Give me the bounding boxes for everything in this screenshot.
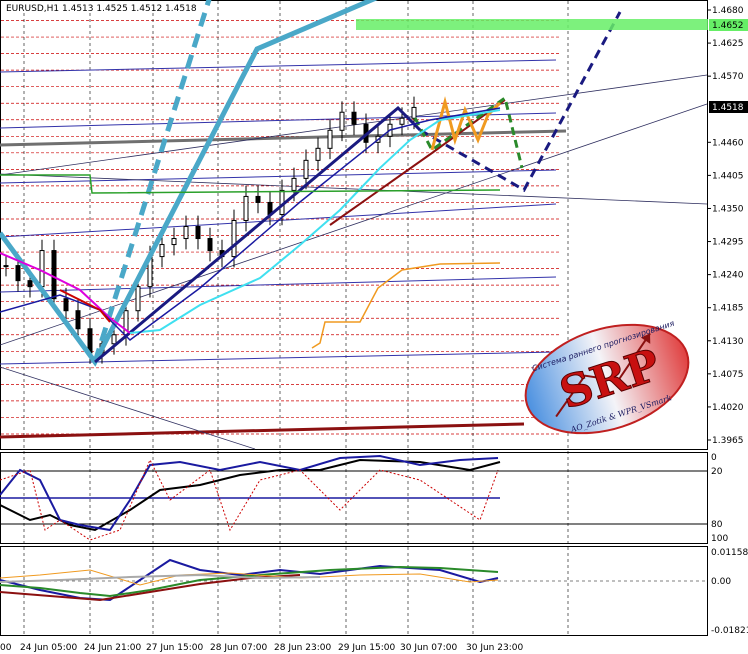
candle-body [183, 226, 189, 240]
osc-tick-80: 80 [711, 520, 723, 530]
candle-body [63, 298, 69, 312]
macd-tick-top: 0.01158 [711, 548, 748, 558]
time-label: 24 Jun 05:00 [20, 643, 77, 653]
price-tick-label: 1.4350 [712, 204, 744, 214]
osc-tick-20: 20 [711, 467, 723, 477]
price-tick-label: 1.4240 [712, 271, 744, 281]
candle-body [111, 334, 117, 345]
candle-body [255, 195, 261, 203]
time-label: 29 Jun 15:00 [338, 643, 395, 653]
price-tick-label: 1.4460 [712, 138, 744, 148]
candle-body [243, 195, 249, 221]
price-tick-label: 1.4020 [712, 403, 744, 413]
price-tick-label: 1.4680 [712, 6, 744, 16]
candle-body [27, 280, 33, 288]
price-tick-label: 1.4405 [712, 171, 744, 181]
price-tick-label: 1.4075 [712, 370, 744, 380]
current-price-label: 1.4518 [712, 103, 744, 113]
osc-tick-0: 0 [711, 453, 717, 463]
candle-body [231, 219, 237, 258]
price-axis: 1.4680 1.4625 1.4570 1.4460 1.4405 1.4350 1.42… [707, 6, 744, 446]
candle-body [39, 250, 45, 288]
price-tick-label: 1.3965 [712, 436, 744, 446]
ohlc-label: 1.4513 1.4525 1.4512 1.4518 [62, 4, 197, 14]
candle-body [351, 111, 357, 125]
price-tick-label: 1.4625 [712, 39, 744, 49]
time-label: 28 Jun 07:00 [210, 643, 267, 653]
macd-panel [0, 546, 708, 636]
time-label: 28 Jun 23:00 [274, 643, 331, 653]
candle-body [75, 310, 81, 330]
candle-body [339, 111, 345, 131]
candle-body [411, 106, 417, 119]
time-label: 27 Jun 15:00 [146, 643, 203, 653]
candle-body [171, 238, 177, 246]
candle-body [303, 159, 309, 179]
price-tick-label: 1.4295 [712, 238, 744, 248]
candle-body [291, 177, 297, 191]
symbol-label: EURUSD,H1 [6, 4, 59, 14]
osc-tick-100: 100 [711, 534, 728, 544]
candle-body [327, 129, 333, 149]
macd-tick-bottom: -0.01821 [711, 626, 748, 636]
candle-body [159, 244, 165, 258]
candle-body [51, 250, 57, 300]
time-label: 30 Jun 07:00 [400, 643, 457, 653]
candle-body [207, 238, 213, 252]
price-tick-label: 1.4570 [712, 72, 744, 82]
candle-body [399, 117, 405, 125]
time-axis: 00 24 Jun 05:00 24 Jun 21:00 27 Jun 15:00 28… [0, 643, 523, 653]
macd-tick-zero: 0.00 [711, 577, 731, 587]
time-label: 30 Jun 23:00 [466, 643, 523, 653]
highlight-price-label: 1.4652 [712, 21, 744, 31]
price-tick-label: 1.4185 [712, 304, 744, 314]
time-label: 00 [0, 643, 12, 653]
highlight-zone [356, 19, 708, 30]
candle-body [315, 147, 321, 161]
candle-body [3, 265, 9, 268]
candle-body [135, 286, 141, 312]
price-tick-label: 1.4130 [712, 337, 744, 347]
candle-body [195, 226, 201, 240]
price-chart: EURUSD,H1 1.4513 1.4525 1.4512 1.4518 1.… [0, 0, 748, 653]
time-label: 24 Jun 21:00 [84, 643, 141, 653]
candle-body [15, 265, 21, 282]
